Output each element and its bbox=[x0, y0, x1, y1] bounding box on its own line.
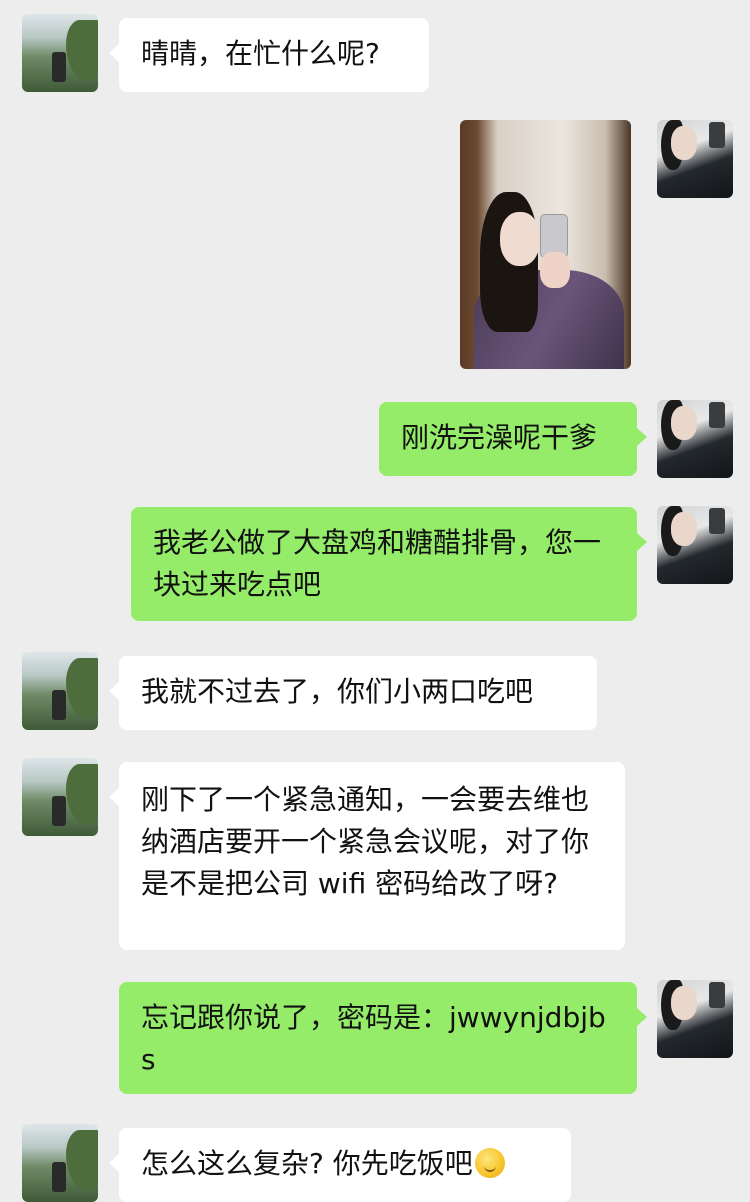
contact-avatar[interactable] bbox=[22, 758, 98, 836]
contact-avatar[interactable] bbox=[22, 652, 98, 730]
message-image-selfie[interactable] bbox=[460, 120, 631, 369]
contact-avatar[interactable] bbox=[22, 14, 98, 92]
message-text: 晴晴，在忙什么呢? bbox=[141, 37, 380, 70]
user-avatar[interactable] bbox=[657, 980, 733, 1058]
message-text: 我老公做了大盘鸡和糖醋排骨，您一块过来吃点吧 bbox=[153, 526, 602, 601]
avatar-phone bbox=[709, 508, 725, 534]
message-bubble-incoming[interactable]: 我就不过去了，你们小两口吃吧 bbox=[109, 656, 597, 730]
avatar-phone bbox=[709, 982, 725, 1008]
avatar-face bbox=[671, 126, 697, 160]
thinking-face-icon bbox=[474, 1148, 505, 1178]
user-avatar[interactable] bbox=[657, 506, 733, 584]
message-text: 刚洗完澡呢干爹 bbox=[401, 421, 598, 454]
message-text: 怎么这么复杂? 你先吃饭吧 bbox=[141, 1147, 473, 1180]
message-text: 刚下了一个紧急通知，一会要去维也纳酒店要开一个紧急会议呢，对了你是不是把公司 w… bbox=[141, 783, 590, 900]
avatar-tree-leaves bbox=[66, 764, 98, 824]
avatar-tree-leaves bbox=[66, 658, 98, 718]
avatar-phone bbox=[709, 122, 725, 148]
message-text: 我就不过去了，你们小两口吃吧 bbox=[141, 675, 534, 708]
avatar-tree-trunk bbox=[52, 690, 66, 720]
message-bubble-incoming[interactable]: 刚下了一个紧急通知，一会要去维也纳酒店要开一个紧急会议呢，对了你是不是把公司 w… bbox=[109, 762, 625, 950]
avatar-face bbox=[671, 512, 697, 546]
avatar-tree-leaves bbox=[66, 20, 98, 80]
avatar-face bbox=[671, 986, 697, 1020]
photo-face bbox=[500, 212, 540, 266]
user-avatar[interactable] bbox=[657, 400, 733, 478]
avatar-face bbox=[671, 406, 697, 440]
message-bubble-outgoing[interactable]: 刚洗完澡呢干爹 bbox=[379, 402, 647, 476]
avatar-tree-trunk bbox=[52, 52, 66, 82]
message-bubble-outgoing[interactable]: 忘记跟你说了，密码是：jwwynjdbjbs bbox=[119, 982, 647, 1094]
message-text: 忘记跟你说了，密码是：jwwynjdbjbs bbox=[141, 1001, 606, 1076]
message-bubble-incoming[interactable]: 怎么这么复杂? 你先吃饭吧 bbox=[109, 1128, 571, 1202]
message-bubble-outgoing[interactable]: 我老公做了大盘鸡和糖醋排骨，您一块过来吃点吧 bbox=[131, 507, 647, 621]
avatar-phone bbox=[709, 402, 725, 428]
avatar-tree-trunk bbox=[52, 1162, 66, 1192]
photo-hand bbox=[540, 252, 570, 288]
avatar-tree-leaves bbox=[66, 1130, 98, 1190]
contact-avatar[interactable] bbox=[22, 1124, 98, 1202]
avatar-tree-trunk bbox=[52, 796, 66, 826]
message-bubble-incoming[interactable]: 晴晴，在忙什么呢? bbox=[109, 18, 429, 92]
user-avatar[interactable] bbox=[657, 120, 733, 198]
